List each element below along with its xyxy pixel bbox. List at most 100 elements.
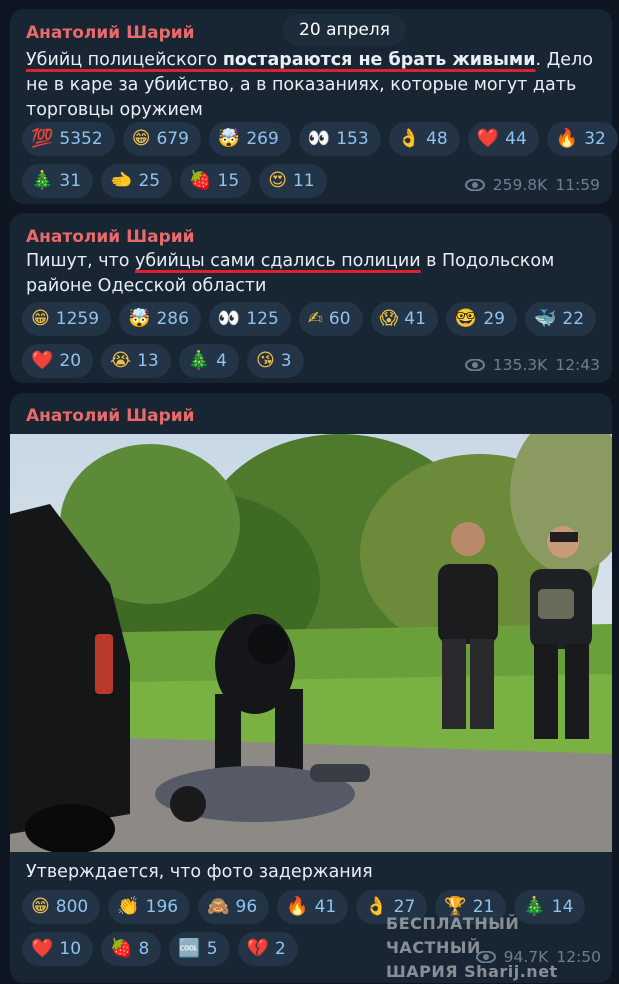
reaction-emoji: 😁 [31, 308, 50, 329]
reaction-chip[interactable]: 👌 48 [388, 122, 460, 156]
reaction-emoji: 🔥 [555, 128, 579, 149]
reaction-emoji: ✍ [307, 308, 323, 329]
reaction-chip[interactable]: 😁 1259 [22, 302, 112, 336]
reaction-chip[interactable]: 😭 13 [101, 344, 171, 378]
message-text: Пишут, что убийцы сами сдались полиции в… [26, 249, 598, 299]
reaction-emoji: ❤️ [31, 350, 54, 371]
reaction-chip[interactable]: ❤️ 20 [22, 344, 94, 378]
reaction-count: 96 [235, 897, 258, 917]
reaction-chip[interactable]: 👀 125 [208, 302, 291, 336]
reaction-row: 😁 1259 🤯 286 👀 125 ✍ 60 😱 41 🤓 29 🐳 22 [22, 302, 602, 336]
reaction-emoji: 🎄 [187, 350, 211, 371]
reaction-chip[interactable]: 🫲 25 [101, 164, 173, 198]
reaction-count: 153 [336, 129, 369, 149]
photo-illustration [10, 434, 612, 852]
view-count: 135.3K [492, 356, 548, 374]
view-count: 259.8K [492, 176, 548, 194]
reaction-chip[interactable]: 😁 800 [22, 890, 101, 924]
reaction-emoji: 👌 [397, 128, 421, 149]
reaction-count: 5352 [59, 129, 103, 149]
reaction-count: 286 [156, 309, 189, 329]
reaction-chip[interactable]: 💔 2 [237, 932, 298, 966]
reaction-emoji: 👏 [117, 896, 140, 917]
message-text: Убийц полицейского постараются не брать … [26, 48, 598, 123]
reaction-count: 15 [217, 171, 240, 191]
message-2: Анатолий Шарий Пишут, что убийцы сами сд… [10, 213, 612, 383]
reaction-count: 269 [246, 129, 279, 149]
reaction-emoji: 😘 [256, 350, 275, 371]
reaction-chip[interactable]: 🆒 5 [169, 932, 230, 966]
reaction-chip[interactable]: ❤️ 44 [467, 122, 539, 156]
reaction-chip[interactable]: 🍓 15 [180, 164, 252, 198]
text-bold-underlined: постараются не брать живыми [222, 50, 536, 70]
reaction-emoji: 🐳 [533, 308, 557, 329]
reaction-count: 11 [292, 171, 315, 191]
reaction-count: 1259 [55, 309, 100, 329]
reaction-count: 22 [562, 309, 585, 329]
reaction-chip[interactable]: 👏 196 [108, 890, 191, 924]
reaction-count: 125 [246, 309, 279, 329]
reaction-count: 48 [426, 129, 448, 149]
reaction-chip[interactable]: 🤯 269 [208, 122, 291, 156]
text-start: Пишут, что [26, 251, 136, 271]
reaction-count: 13 [137, 351, 159, 371]
reaction-count: 60 [328, 309, 351, 329]
reaction-emoji: 👀 [307, 128, 331, 149]
reaction-chip[interactable]: 😍 11 [259, 164, 327, 198]
reaction-count: 2 [274, 939, 286, 959]
message-time: 12:43 [555, 356, 600, 374]
reaction-count: 800 [55, 897, 89, 917]
reaction-chip[interactable]: 💯 5352 [22, 122, 115, 156]
watermark-line-2: ШАРИЯ Sharij.net [386, 962, 558, 981]
reaction-emoji: 🍓 [189, 170, 212, 191]
message-author[interactable]: Анатолий Шарий [26, 406, 195, 426]
reaction-count: 4 [216, 351, 227, 371]
reaction-chip[interactable]: 🍓 8 [101, 932, 162, 966]
reaction-emoji: 😱 [379, 308, 399, 329]
reaction-emoji: 🤯 [128, 308, 151, 329]
reaction-chip[interactable]: 🐳 22 [524, 302, 597, 336]
reaction-emoji: 😁 [31, 896, 50, 917]
reaction-chip[interactable]: 🔥 41 [277, 890, 349, 924]
photo-caption: Утверждается, что фото задержания [26, 862, 373, 882]
reaction-chip[interactable]: 🤯 286 [119, 302, 201, 336]
reaction-emoji: 🎄 [31, 170, 54, 191]
reaction-emoji: 🫲 [110, 170, 133, 191]
reaction-count: 44 [505, 129, 527, 149]
reaction-count: 10 [59, 939, 82, 959]
reaction-chip[interactable]: 🙈 96 [198, 890, 270, 924]
reaction-count: 5 [206, 939, 218, 959]
reaction-count: 25 [138, 171, 161, 191]
reaction-emoji: ❤️ [476, 128, 500, 149]
reaction-count: 3 [280, 351, 292, 371]
reaction-emoji: 🤓 [454, 308, 478, 329]
text-underlined: убийцы сами сдались полиции [135, 251, 421, 271]
reaction-emoji: 😁 [131, 128, 151, 149]
reaction-emoji: 😭 [110, 350, 132, 371]
arrest-photo[interactable] [10, 434, 612, 852]
reaction-chip[interactable]: 🎄 31 [22, 164, 94, 198]
reaction-emoji: 💔 [246, 938, 269, 959]
message-author[interactable]: Анатолий Шарий [26, 23, 195, 43]
reaction-chip[interactable]: ❤️ 10 [22, 932, 94, 966]
reaction-count: 20 [59, 351, 82, 371]
reaction-row: 💯 5352 😁 679 🤯 269 👀 153 👌 48 ❤️ 44 🔥 32 [22, 122, 618, 156]
reaction-emoji: 👌 [365, 896, 388, 917]
reaction-chip[interactable]: 👀 153 [298, 122, 381, 156]
reaction-chip[interactable]: 🔥 32 [546, 122, 618, 156]
text-underlined: Убийц полицейского [26, 50, 223, 70]
reaction-emoji: 🤯 [217, 128, 241, 149]
reaction-chip[interactable]: 😱 41 [370, 302, 438, 336]
watermark-line-1: БЕСПЛАТНЫЙ ЧАСТНЫЙ [386, 914, 520, 957]
reaction-chip[interactable]: 😁 679 [122, 122, 201, 156]
reaction-count: 196 [145, 897, 179, 917]
message-meta: 135.3K 12:43 [464, 356, 600, 374]
reaction-emoji: 🍓 [110, 938, 133, 959]
reaction-chip[interactable]: 🤓 29 [445, 302, 517, 336]
reaction-chip[interactable]: ✍ 60 [298, 302, 363, 336]
reaction-chip[interactable]: 😘 3 [247, 344, 304, 378]
reaction-chip[interactable]: 🎄 4 [178, 344, 239, 378]
date-separator: 20 апреля [283, 14, 406, 46]
message-author[interactable]: Анатолий Шарий [26, 227, 195, 247]
eye-icon [464, 179, 485, 191]
